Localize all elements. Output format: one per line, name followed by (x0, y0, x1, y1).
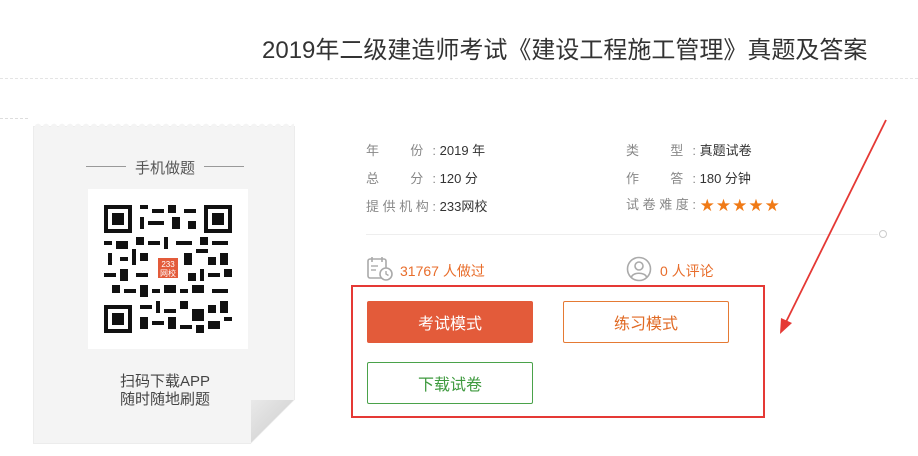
annotation-arrow-icon (780, 119, 887, 334)
